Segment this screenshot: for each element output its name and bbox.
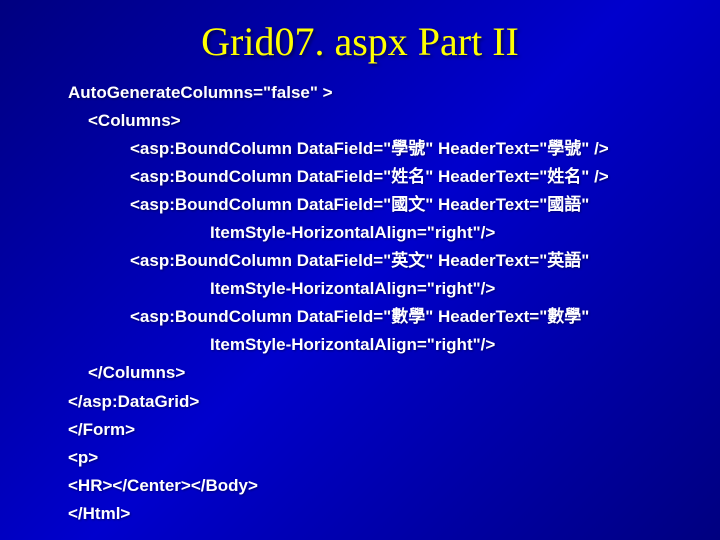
code-line: ItemStyle-HorizontalAlign="right"/> [50, 219, 700, 247]
code-text: <asp:BoundColumn DataField="國文" HeaderTe… [130, 195, 589, 214]
code-text: </Columns> [88, 363, 185, 382]
code-text: <HR></Center></Body> [68, 476, 258, 495]
code-text: <asp:BoundColumn DataField="英文" HeaderTe… [130, 251, 589, 270]
code-text: ItemStyle-HorizontalAlign="right"/> [210, 279, 495, 298]
code-text: <p> [68, 448, 98, 467]
code-line: </Html> [50, 500, 700, 528]
code-text: ItemStyle-HorizontalAlign="right"/> [210, 335, 495, 354]
code-line: ItemStyle-HorizontalAlign="right"/> [50, 331, 700, 359]
code-line: <asp:BoundColumn DataField="姓名" HeaderTe… [50, 163, 700, 191]
code-text: AutoGenerateColumns="false" > [68, 83, 333, 102]
code-text: <asp:BoundColumn DataField="姓名" HeaderTe… [130, 167, 609, 186]
code-line: <asp:BoundColumn DataField="數學" HeaderTe… [50, 303, 700, 331]
code-line: ItemStyle-HorizontalAlign="right"/> [50, 275, 700, 303]
code-block: AutoGenerateColumns="false" > <Columns> … [0, 79, 720, 528]
code-text: <asp:BoundColumn DataField="學號" HeaderTe… [130, 139, 609, 158]
code-line: AutoGenerateColumns="false" > [50, 79, 700, 107]
code-text: </Form> [68, 420, 135, 439]
code-text: <Columns> [88, 111, 181, 130]
code-text: ItemStyle-HorizontalAlign="right"/> [210, 223, 495, 242]
code-text: </Html> [68, 504, 130, 523]
code-line: </Form> [50, 416, 700, 444]
code-line: <p> [50, 444, 700, 472]
code-line: <asp:BoundColumn DataField="學號" HeaderTe… [50, 135, 700, 163]
code-line: <asp:BoundColumn DataField="英文" HeaderTe… [50, 247, 700, 275]
code-text: </asp:DataGrid> [68, 392, 199, 411]
code-line: <Columns> [50, 107, 700, 135]
code-text: <asp:BoundColumn DataField="數學" HeaderTe… [130, 307, 589, 326]
code-line: </Columns> [50, 359, 700, 387]
code-line: </asp:DataGrid> [50, 388, 700, 416]
code-line: <HR></Center></Body> [50, 472, 700, 500]
slide-title: Grid07. aspx Part II [0, 0, 720, 79]
code-line: <asp:BoundColumn DataField="國文" HeaderTe… [50, 191, 700, 219]
